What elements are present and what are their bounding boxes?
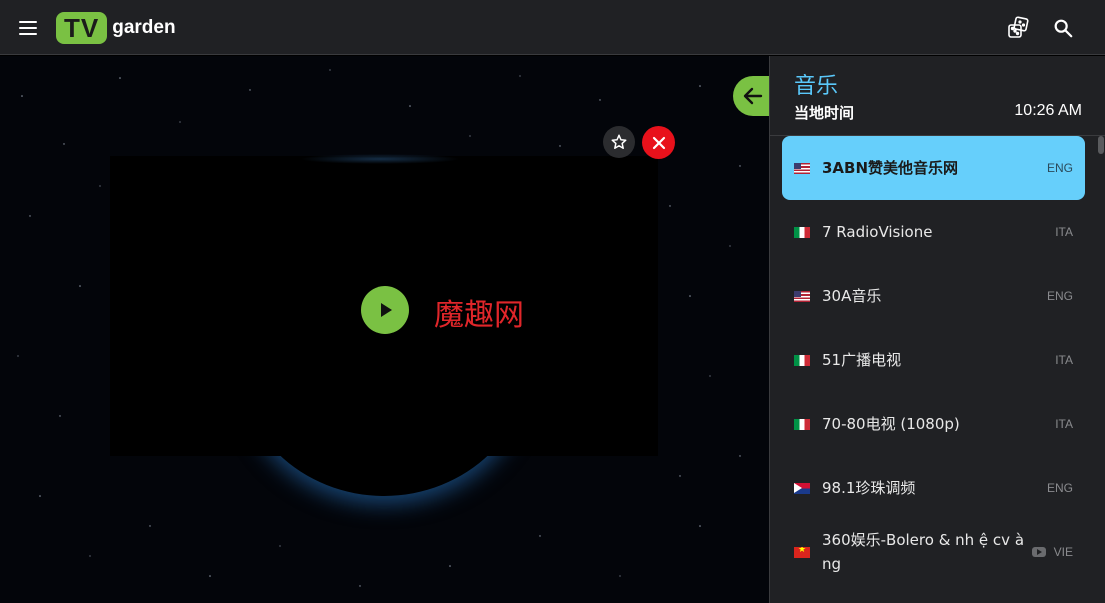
channel-language: ENG <box>1046 161 1073 175</box>
channel-item[interactable]: 98.1珍珠调频 ENG <box>782 456 1085 520</box>
category-title: 音乐 <box>794 74 839 99</box>
local-time-value: 10:26 AM <box>1014 102 1082 119</box>
logo-badge: TV <box>56 12 108 44</box>
channel-language: ITA <box>1055 417 1073 431</box>
star-icon <box>611 134 627 149</box>
hamburger-menu-icon[interactable] <box>14 14 42 42</box>
arrow-left-icon <box>743 87 763 105</box>
tv-garden-logo[interactable]: TV garden <box>56 12 176 44</box>
channel-language: ENG <box>1046 289 1073 303</box>
youtube-icon <box>1031 547 1046 557</box>
channel-language: ITA <box>1055 353 1073 367</box>
channel-item[interactable]: 7 RadioVisione ITA <box>782 200 1085 264</box>
watermark-text: 魔趣网 <box>434 298 524 333</box>
us-flag-icon <box>794 290 810 302</box>
search-icon[interactable] <box>1049 14 1077 42</box>
channel-name: 98.1珍珠调频 <box>822 479 916 497</box>
play-icon <box>381 303 392 317</box>
channel-item[interactable]: 51广播电视 ITA <box>782 328 1085 392</box>
channel-panel: 音乐 当地时间 10:26 AM 3ABN赞美他音乐网 ENG 7 RadioV… <box>769 56 1105 603</box>
dice-icon[interactable] <box>1004 14 1032 42</box>
channel-name: 30A音乐 <box>822 287 882 305</box>
top-app-bar: TV garden <box>0 0 1105 55</box>
scrollbar-thumb[interactable] <box>1098 136 1104 154</box>
channel-language: ENG <box>1046 481 1073 495</box>
channel-item[interactable]: 30A音乐 ENG <box>782 264 1085 328</box>
channel-list[interactable]: 3ABN赞美他音乐网 ENG 7 RadioVisione ITA 30A音乐 … <box>770 136 1105 603</box>
local-time-label: 当地时间 <box>794 104 855 122</box>
italy-flag-icon <box>794 354 810 366</box>
channel-name: 7 RadioVisione <box>822 223 933 241</box>
channel-language: VIE <box>1053 545 1073 559</box>
logo-text: garden <box>112 17 176 38</box>
channel-item[interactable]: 360娱乐-Bolero & nh ệ cv à ng VIE <box>782 520 1085 584</box>
favorite-button[interactable] <box>603 126 635 158</box>
us-flag-icon <box>794 162 810 174</box>
sint-maarten-flag-icon <box>794 482 810 494</box>
italy-flag-icon <box>794 226 810 238</box>
channel-name: 70-80电视 (1080p) <box>822 415 960 433</box>
collapse-panel-button[interactable] <box>733 76 769 116</box>
vietnam-flag-icon <box>794 546 810 558</box>
italy-flag-icon <box>794 418 810 430</box>
close-icon <box>652 136 665 149</box>
channel-item[interactable]: 70-80电视 (1080p) ITA <box>782 392 1085 456</box>
horizon-glow <box>300 154 460 164</box>
video-player[interactable]: 魔趣网 <box>0 56 769 603</box>
channel-language: ITA <box>1055 225 1073 239</box>
close-button[interactable] <box>642 126 675 159</box>
channel-name: 51广播电视 <box>822 351 902 369</box>
panel-header: 音乐 当地时间 10:26 AM <box>770 56 1105 136</box>
channel-name: 360娱乐-Bolero & nh ệ cv à ng <box>822 531 1025 573</box>
channel-name: 3ABN赞美他音乐网 <box>822 159 959 177</box>
play-button[interactable] <box>361 286 409 334</box>
channel-item[interactable]: 3ABN赞美他音乐网 ENG <box>782 136 1085 200</box>
